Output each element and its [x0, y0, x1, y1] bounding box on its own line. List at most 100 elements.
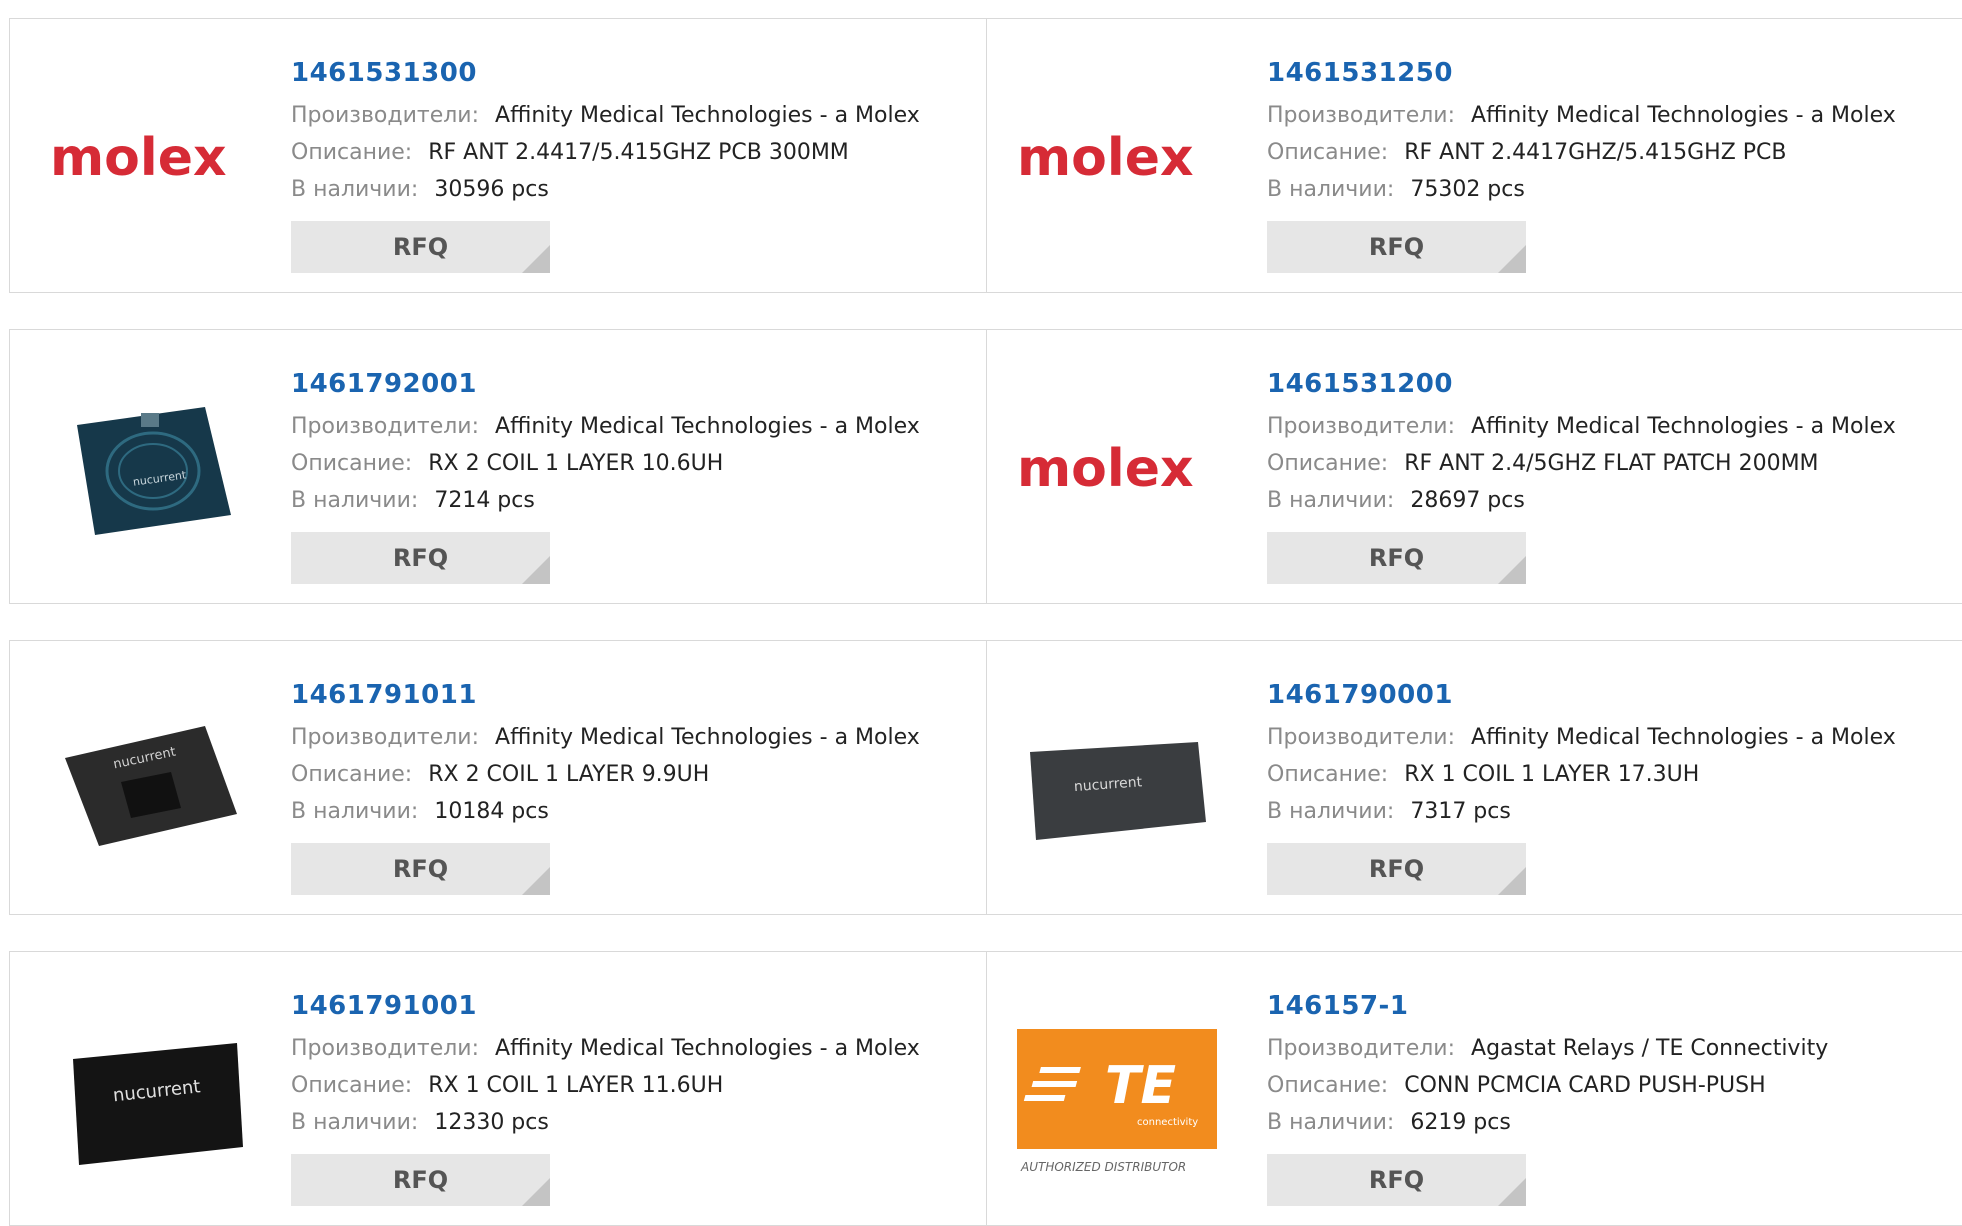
manufacturer-value: Agastat Relays / TE Connectivity	[1471, 1036, 1829, 1061]
rfq-button[interactable]: RFQ	[291, 843, 550, 895]
manufacturer-label: Производители:	[1267, 103, 1456, 128]
manufacturer-label: Производители:	[1267, 1036, 1456, 1061]
rfq-button[interactable]: RFQ	[291, 221, 550, 273]
corner-fold-icon	[522, 556, 550, 584]
corner-fold-icon	[522, 867, 550, 895]
manufacturer-value: Affinity Medical Technologies - a Molex	[495, 103, 920, 128]
coil-board-image: nucurrent	[1030, 742, 1206, 840]
part-number-link[interactable]: 1461791001	[291, 982, 920, 1030]
stock-value: 7317 pcs	[1410, 799, 1511, 824]
stock-value: 12330 pcs	[434, 1110, 549, 1135]
product-image[interactable]: nucurrent	[50, 385, 250, 555]
description-label: Описание:	[291, 1073, 413, 1098]
stock-label: В наличии:	[1267, 177, 1395, 202]
product-image[interactable]: molex	[1017, 385, 1217, 555]
manufacturer-value: Affinity Medical Technologies - a Molex	[495, 725, 920, 750]
rfq-button[interactable]: RFQ	[1267, 1154, 1526, 1206]
corner-fold-icon	[1498, 867, 1526, 895]
molex-logo: molex	[1017, 129, 1194, 188]
manufacturer-label: Производители:	[291, 414, 480, 439]
manufacturer-label: Производители:	[1267, 725, 1456, 750]
rfq-label: RFQ	[1368, 855, 1425, 883]
molex-logo-text: molex	[1017, 129, 1194, 188]
stock-value: 10184 pcs	[434, 799, 549, 824]
stock-label: В наличии:	[1267, 488, 1395, 513]
corner-fold-icon	[1498, 1178, 1526, 1206]
product-card: molex 1461531200 Производители: Affinity …	[986, 329, 1962, 604]
manufacturer-label: Производители:	[1267, 414, 1456, 439]
manufacturer-value: Affinity Medical Technologies - a Molex	[495, 1036, 920, 1061]
stock-label: В наличии:	[1267, 1110, 1395, 1135]
coil-board-image: nucurrent	[65, 726, 237, 846]
corner-fold-icon	[522, 245, 550, 273]
product-card: TE connectivity AUTHORIZED DISTRIBUTOR 1…	[986, 951, 1962, 1226]
product-image[interactable]: nucurrent	[1017, 696, 1217, 866]
product-card: nucurrent 1461791011 Производители: Affin…	[9, 640, 987, 915]
part-number-link[interactable]: 1461531300	[291, 49, 920, 97]
description-label: Описание:	[291, 451, 413, 476]
rfq-label: RFQ	[1368, 544, 1425, 572]
description-label: Описание:	[1267, 762, 1389, 787]
description-value: RX 2 COIL 1 LAYER 10.6UH	[428, 451, 724, 476]
part-number-link[interactable]: 1461790001	[1267, 671, 1896, 719]
manufacturer-label: Производители:	[291, 725, 480, 750]
part-number-link[interactable]: 146157-1	[1267, 982, 1828, 1030]
product-card: molex 1461531300 Производители: Affinity …	[9, 18, 987, 293]
rfq-label: RFQ	[392, 855, 449, 883]
product-image[interactable]: nucurrent	[50, 696, 250, 866]
product-image[interactable]: molex	[1017, 74, 1217, 244]
molex-logo-text: molex	[50, 129, 227, 188]
te-logo: TE connectivity AUTHORIZED DISTRIBUTOR	[1017, 1029, 1217, 1174]
product-image[interactable]: molex	[50, 74, 250, 244]
stock-label: В наличии:	[291, 488, 419, 513]
rfq-label: RFQ	[392, 1166, 449, 1194]
manufacturer-value: Affinity Medical Technologies - a Molex	[1471, 414, 1896, 439]
manufacturer-label: Производители:	[291, 103, 480, 128]
rfq-button[interactable]: RFQ	[1267, 221, 1526, 273]
molex-logo: molex	[50, 129, 227, 188]
stock-label: В наличии:	[291, 799, 419, 824]
part-number-link[interactable]: 1461791011	[291, 671, 920, 719]
product-card: nucurrent 1461792001 Производители: Affin…	[9, 329, 987, 604]
rfq-button[interactable]: RFQ	[1267, 532, 1526, 584]
stock-value: 30596 pcs	[434, 177, 549, 202]
rfq-label: RFQ	[1368, 1166, 1425, 1194]
product-card: nucurrent 1461791001 Производители: Affin…	[9, 951, 987, 1226]
coil-board-image: nucurrent	[77, 407, 231, 535]
rfq-button[interactable]: RFQ	[291, 1154, 550, 1206]
stock-label: В наличии:	[1267, 799, 1395, 824]
description-label: Описание:	[1267, 140, 1389, 165]
product-image[interactable]: nucurrent	[50, 1007, 250, 1177]
coil-board-image: nucurrent	[73, 1043, 243, 1165]
rfq-button[interactable]: RFQ	[291, 532, 550, 584]
product-card: nucurrent 1461790001 Производители: Affin…	[986, 640, 1962, 915]
part-number-link[interactable]: 1461531250	[1267, 49, 1896, 97]
part-number-link[interactable]: 1461531200	[1267, 360, 1896, 408]
description-value: RX 1 COIL 1 LAYER 11.6UH	[428, 1073, 724, 1098]
description-value: RX 2 COIL 1 LAYER 9.9UH	[428, 762, 710, 787]
corner-fold-icon	[1498, 245, 1526, 273]
product-card: molex 1461531250 Производители: Affinity …	[986, 18, 1962, 293]
rfq-label: RFQ	[392, 544, 449, 572]
description-label: Описание:	[1267, 451, 1389, 476]
description-label: Описание:	[1267, 1073, 1389, 1098]
description-label: Описание:	[291, 762, 413, 787]
te-logo-subtext: connectivity	[1137, 1117, 1198, 1128]
stock-value: 6219 pcs	[1410, 1110, 1511, 1135]
description-label: Описание:	[291, 140, 413, 165]
rfq-button[interactable]: RFQ	[1267, 843, 1526, 895]
stock-label: В наличии:	[291, 177, 419, 202]
corner-fold-icon	[522, 1178, 550, 1206]
stock-value: 75302 pcs	[1410, 177, 1525, 202]
molex-logo: molex	[1017, 440, 1194, 499]
corner-fold-icon	[1498, 556, 1526, 584]
stock-value: 28697 pcs	[1410, 488, 1525, 513]
product-grid: molex 1461531300 Производители: Affinity …	[0, 0, 1962, 1226]
te-logo-text: TE	[1105, 1056, 1176, 1116]
manufacturer-value: Affinity Medical Technologies - a Molex	[495, 414, 920, 439]
molex-logo-text: molex	[1017, 440, 1194, 499]
rfq-label: RFQ	[392, 233, 449, 261]
product-image[interactable]: TE connectivity AUTHORIZED DISTRIBUTOR	[1017, 1007, 1217, 1177]
stock-value: 7214 pcs	[434, 488, 535, 513]
part-number-link[interactable]: 1461792001	[291, 360, 920, 408]
